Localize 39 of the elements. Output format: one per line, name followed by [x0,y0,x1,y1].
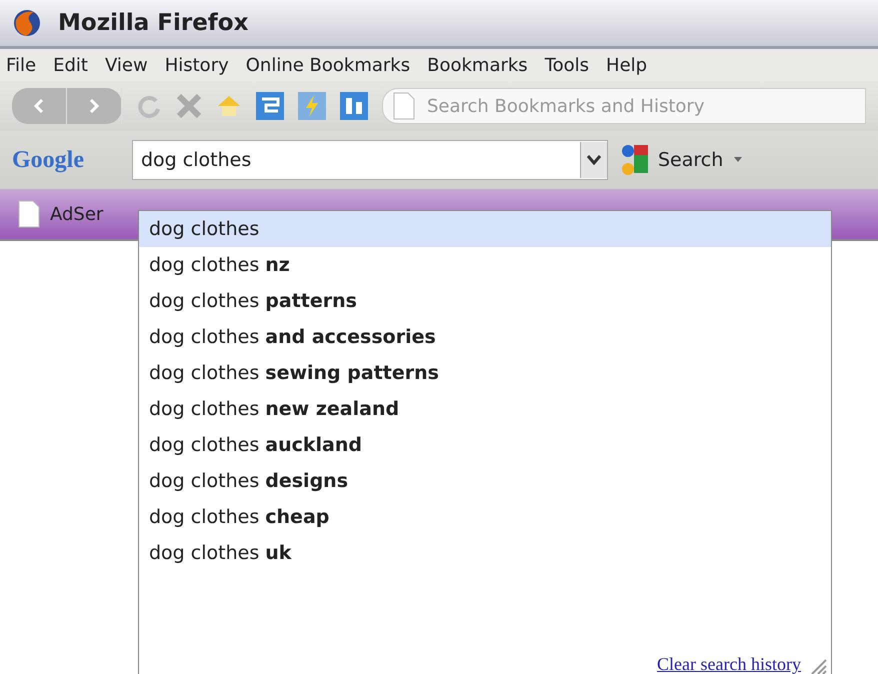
search-button[interactable]: Search [618,143,724,177]
suggestion-item[interactable]: dog clothes [139,211,831,247]
suggestion-item[interactable]: dog clothes nz [139,247,831,283]
menu-item[interactable]: Edit [53,54,88,76]
menu-item[interactable]: History [164,54,229,76]
page-icon [393,92,415,120]
suggestion-item[interactable]: dog clothes designs [139,463,831,499]
menu-item[interactable]: Bookmarks [427,54,528,76]
menu-item[interactable]: View [104,54,148,76]
home-icon[interactable] [216,93,242,119]
menu-item[interactable]: Help [606,54,648,76]
page-icon [18,200,40,228]
globe-icon [12,8,42,38]
lightning-icon[interactable] [298,92,326,120]
menu-item[interactable]: Tools [544,54,590,76]
toolbar-app-icon[interactable] [256,92,284,120]
suggestion-item[interactable]: dog clothes new zealand [139,391,831,427]
back-forward-buttons[interactable] [12,88,122,124]
suggestion-item[interactable]: dog clothes uk [139,535,831,571]
suggestion-item[interactable]: dog clothes patterns [139,283,831,319]
window-title: Mozilla Firefox [58,10,248,36]
resize-grip-icon[interactable] [809,657,827,674]
chevron-down-icon[interactable] [587,155,601,165]
toolbar-app-icon[interactable] [340,92,368,120]
suggestion-item[interactable]: dog clothes auckland [139,427,831,463]
caret-icon[interactable] [733,156,744,164]
suggestion-item[interactable]: dog clothes and accessories [139,319,831,355]
google-logo: Google [12,146,85,174]
suggestion-item[interactable]: dog clothes cheap [139,499,831,535]
reload-icon[interactable] [136,93,162,119]
suggestion-item[interactable]: dog clothes sewing patterns [139,355,831,391]
search-field[interactable]: dog clothes [132,140,608,180]
menu-item[interactable]: File [6,54,36,76]
forward-icon[interactable] [89,99,99,113]
back-icon[interactable] [34,99,44,113]
stop-icon[interactable] [176,93,202,119]
clear-history-link[interactable]: Clear search history [657,654,801,674]
menu-item[interactable]: Online Bookmarks [246,54,410,76]
bookmark-item[interactable]: AdSer [18,200,104,228]
